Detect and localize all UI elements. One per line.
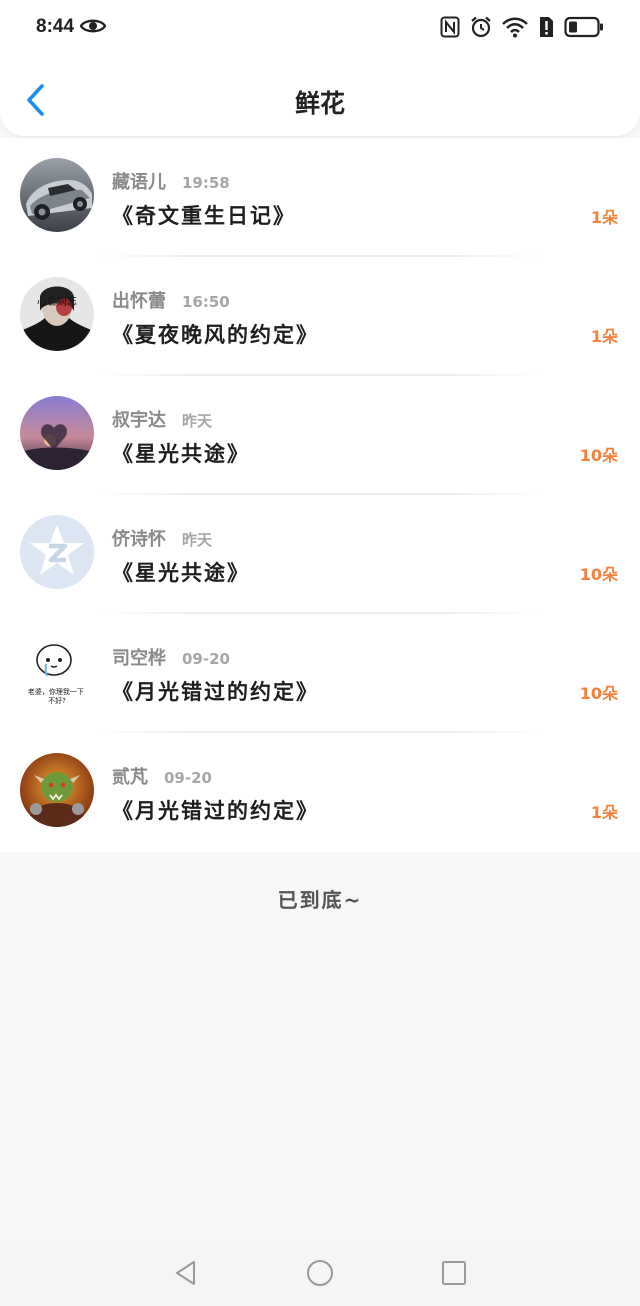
- sim-alert-icon: [538, 16, 554, 38]
- title-bar: 鲜花: [0, 64, 640, 136]
- timestamp: 16:50: [182, 293, 230, 311]
- book-title[interactable]: 《星光共途》: [112, 557, 250, 587]
- circle-home-icon: [307, 1260, 333, 1286]
- flower-count: 1朵: [590, 208, 618, 227]
- nfc-icon: [440, 16, 460, 38]
- page-title: 鲜花: [294, 89, 345, 118]
- book-title[interactable]: 《月光错过的约定》: [112, 795, 319, 825]
- list-item[interactable]: 侪诗怀 昨天 《星光共途》 10朵: [0, 495, 640, 614]
- flower-count: 1朵: [590, 327, 618, 346]
- user-name: 藏语儿: [112, 172, 166, 193]
- user-name: 叔宇达: [112, 410, 166, 431]
- user-line: 藏语儿 19:58: [112, 168, 230, 194]
- nav-home-button[interactable]: [306, 1259, 334, 1287]
- flower-count: 1朵: [590, 803, 618, 822]
- system-nav-bar: [0, 1240, 640, 1306]
- book-title[interactable]: 《夏夜晚风的约定》: [112, 319, 319, 349]
- avatar[interactable]: [20, 515, 94, 589]
- avatar[interactable]: [20, 753, 94, 827]
- triangle-back-icon: [176, 1261, 195, 1285]
- user-name: 侪诗怀: [112, 529, 166, 550]
- user-line: 侪诗怀 昨天: [112, 525, 212, 551]
- user-line: 司空桦 09-20: [112, 644, 230, 670]
- list-item[interactable]: 叔宇达 昨天 《星光共途》 10朵: [0, 376, 640, 495]
- list-item[interactable]: 藏语儿 19:58 《奇文重生日记》 1朵: [0, 138, 640, 257]
- avatar[interactable]: [20, 396, 94, 470]
- status-icons: [440, 14, 604, 40]
- book-title[interactable]: 《奇文重生日记》: [112, 200, 296, 230]
- list-item[interactable]: 贰芃 09-20 《月光错过的约定》 1朵: [0, 733, 640, 852]
- flower-count: 10朵: [579, 446, 618, 465]
- avatar[interactable]: 心亡则忘: [20, 277, 94, 351]
- list-item[interactable]: 老婆，你理我一下 不好? 司空桦 09-20 《月光错过的约定》 10朵: [0, 614, 640, 733]
- timestamp: 09-20: [182, 650, 230, 668]
- user-line: 贰芃 09-20: [112, 763, 212, 789]
- header: 8:44 鲜花: [0, 0, 640, 136]
- avatar-overlay-text: 心亡则忘: [37, 295, 77, 308]
- user-name: 司空桦: [112, 648, 166, 669]
- timestamp: 09-20: [164, 769, 212, 787]
- book-title[interactable]: 《星光共途》: [112, 438, 250, 468]
- timestamp: 昨天: [182, 531, 213, 549]
- timestamp: 19:58: [182, 174, 230, 192]
- status-bar: 8:44: [0, 0, 640, 56]
- list-item[interactable]: 心亡则忘 出怀蕾 16:50 《夏夜晚风的约定》 1朵: [0, 257, 640, 376]
- status-time: 8:44: [36, 16, 75, 37]
- user-line: 出怀蕾 16:50: [112, 287, 230, 313]
- eye-icon: [79, 16, 107, 36]
- avatar[interactable]: 老婆，你理我一下 不好?: [20, 634, 94, 708]
- avatar[interactable]: [20, 158, 94, 232]
- user-name: 贰芃: [112, 767, 148, 788]
- user-line: 叔宇达 昨天: [112, 406, 212, 432]
- nav-back-button[interactable]: [172, 1259, 200, 1287]
- nav-recents-button[interactable]: [440, 1259, 468, 1287]
- timestamp: 昨天: [182, 412, 213, 430]
- user-name: 出怀蕾: [112, 291, 166, 312]
- book-title[interactable]: 《月光错过的约定》: [112, 676, 319, 706]
- wifi-icon: [502, 16, 528, 38]
- flower-list: 藏语儿 19:58 《奇文重生日记》 1朵 心亡则忘 出怀蕾 16:50 《夏夜…: [0, 138, 640, 852]
- alarm-icon: [470, 16, 492, 38]
- flower-count: 10朵: [579, 684, 618, 703]
- square-recents-icon: [442, 1261, 466, 1285]
- battery-icon: [564, 16, 604, 38]
- flower-count: 10朵: [579, 565, 618, 584]
- end-of-list-text: 已到底~: [277, 888, 363, 912]
